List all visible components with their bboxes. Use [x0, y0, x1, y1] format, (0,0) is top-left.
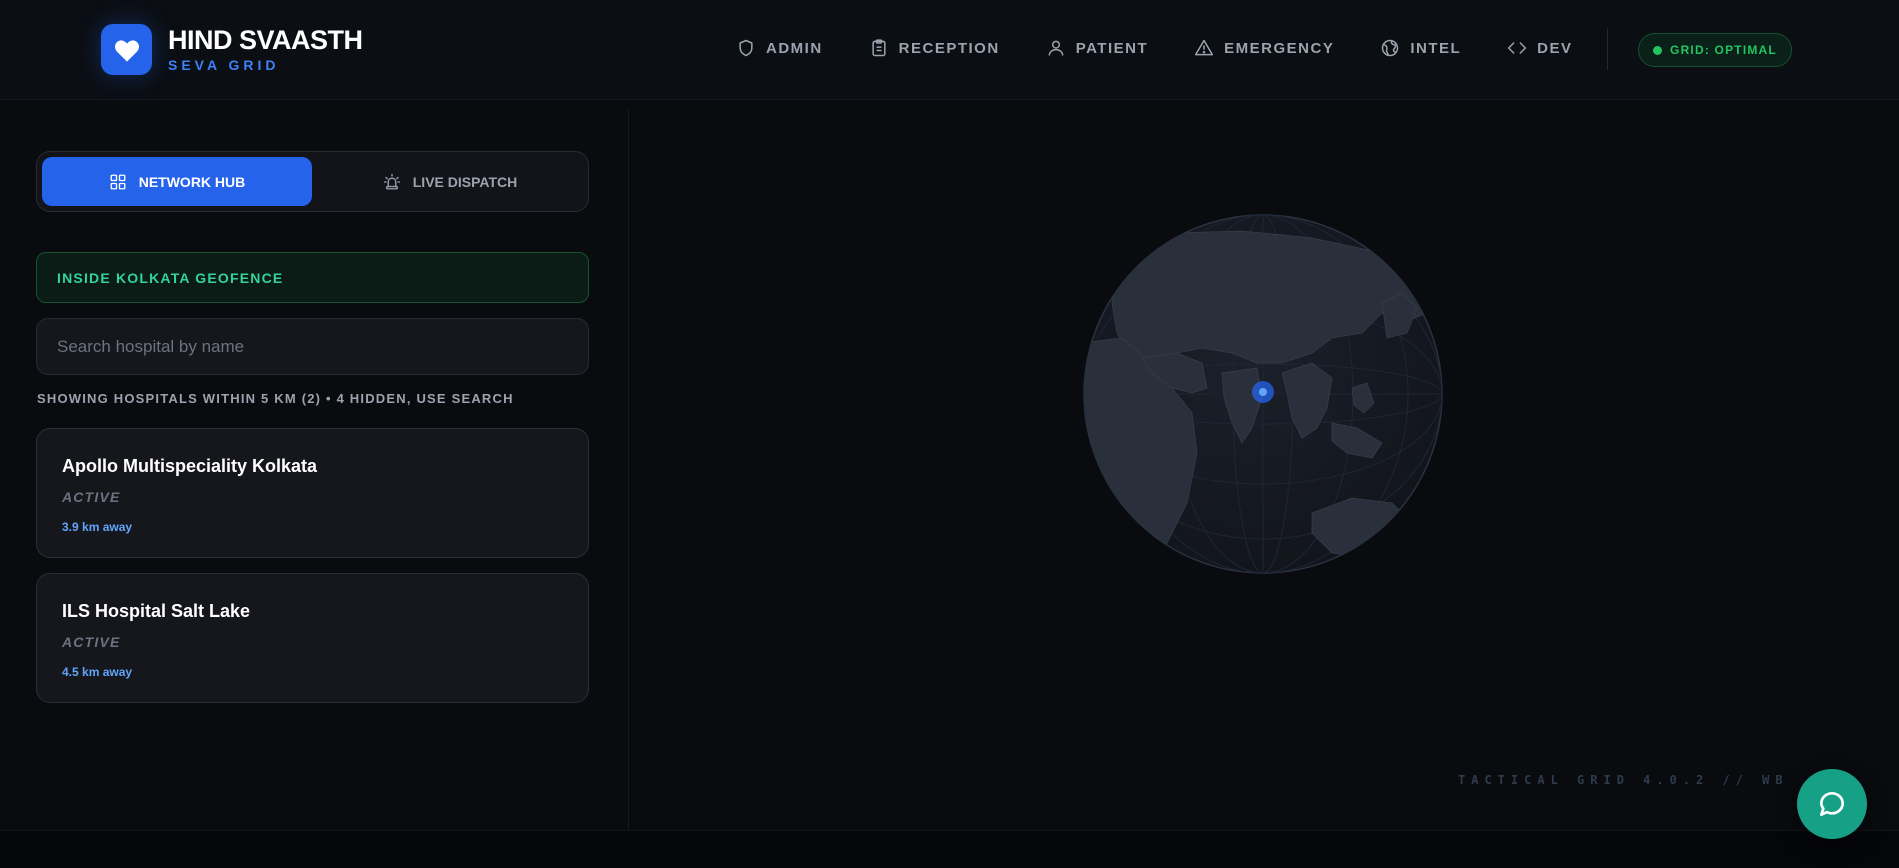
- nav-item-patient[interactable]: PATIENT: [1046, 38, 1148, 58]
- nav-label: PATIENT: [1075, 39, 1149, 57]
- code-icon: [1508, 42, 1527, 54]
- hospital-distance: 4.5 km away: [62, 665, 133, 679]
- brand-title: HIND SVAASTH: [168, 24, 363, 55]
- hospital-card[interactable]: Apollo Multispeciality Kolkata ACTIVE 3.…: [36, 428, 589, 558]
- tab-label: NETWORK HUB: [138, 173, 246, 190]
- status-dot-icon: [1653, 45, 1663, 55]
- nav-item-reception[interactable]: RECEPTION: [869, 38, 1000, 58]
- chat-bubble-icon: [1820, 792, 1844, 816]
- tab-label: LIVE DISPATCH: [412, 173, 518, 190]
- top-header: HIND SVAASTH SEVA GRID ADMIN RECEPTION P…: [0, 0, 1899, 100]
- siren-icon: [383, 173, 400, 189]
- nav-label: RECEPTION: [898, 39, 1000, 57]
- globe-icon: [1382, 39, 1399, 57]
- nav-item-emergency[interactable]: EMERGENCY: [1194, 38, 1334, 58]
- hospital-search-input[interactable]: [36, 318, 589, 375]
- nav-item-admin[interactable]: ADMIN: [736, 38, 823, 58]
- nav-divider: [1607, 28, 1608, 70]
- hospital-card[interactable]: ILS Hospital Salt Lake ACTIVE 4.5 km awa…: [36, 573, 589, 703]
- brand-subtitle: SEVA GRID: [168, 56, 280, 73]
- sidebar: NETWORK HUB LIVE DISPATCH INSIDE KOLKATA…: [0, 110, 629, 830]
- nav-label: ADMIN: [766, 39, 823, 57]
- shield-icon: [739, 39, 753, 57]
- hospital-distance: 3.9 km away: [62, 520, 133, 534]
- grid-status-label: GRID: OPTIMAL: [1670, 43, 1777, 57]
- hospital-status: ACTIVE: [62, 634, 121, 650]
- clipboard-icon: [872, 39, 886, 57]
- geofence-status: INSIDE KOLKATA GEOFENCE: [36, 252, 589, 303]
- tab-live-dispatch[interactable]: LIVE DISPATCH: [315, 157, 585, 206]
- hospital-name: Apollo Multispeciality Kolkata: [62, 456, 318, 476]
- heart-icon: [101, 24, 152, 75]
- grid-status-badge: GRID: OPTIMAL: [1638, 33, 1792, 67]
- nav-label: INTEL: [1410, 39, 1462, 57]
- nav-label: DEV: [1537, 39, 1573, 57]
- results-summary: SHOWING HOSPITALS WITHIN 5 KM (2) • 4 HI…: [37, 391, 514, 406]
- tab-network-hub[interactable]: NETWORK HUB: [42, 157, 312, 206]
- user-icon: [1048, 40, 1064, 56]
- grid-icon: [110, 174, 126, 189]
- nav-label: EMERGENCY: [1224, 39, 1335, 57]
- location-marker-icon[interactable]: [1259, 388, 1267, 396]
- bottom-bar: [0, 830, 1899, 868]
- chat-button[interactable]: [1797, 769, 1867, 839]
- nav-item-intel[interactable]: INTEL: [1380, 38, 1461, 58]
- view-tabs: NETWORK HUB LIVE DISPATCH: [36, 151, 589, 212]
- hospital-status: ACTIVE: [62, 489, 121, 505]
- hospital-name: ILS Hospital Salt Lake: [62, 601, 251, 621]
- globe-map[interactable]: [1082, 213, 1444, 575]
- nav-item-dev[interactable]: DEV: [1507, 38, 1572, 58]
- warning-icon: [1195, 39, 1214, 56]
- map-footer-label: TACTICAL GRID 4.0.2 // WB SEC: [1458, 773, 1798, 787]
- brand[interactable]: HIND SVAASTH SEVA GRID: [101, 24, 363, 75]
- main-nav: ADMIN RECEPTION PATIENT EMERGENCY INTEL …: [736, 38, 1619, 58]
